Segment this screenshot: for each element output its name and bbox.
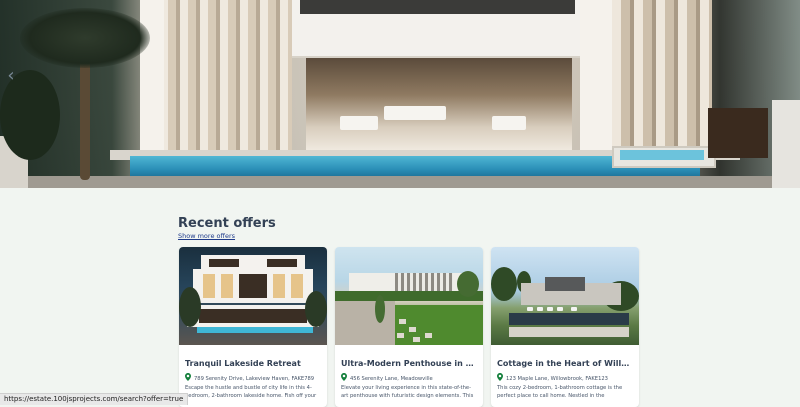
offer-address: 456 Serenity Lane, Meadowville (341, 373, 479, 382)
offer-image (335, 247, 483, 345)
hero-upper-glass (300, 0, 575, 14)
location-pin-icon (497, 373, 503, 381)
chevron-left-icon: ‹ (7, 65, 15, 86)
section-title: Recent offers (178, 216, 276, 231)
hero-tub-water (620, 150, 704, 160)
location-pin-icon (185, 373, 191, 381)
offer-image (179, 247, 327, 345)
hero-planter (708, 108, 768, 158)
offer-title[interactable]: Cottage in the Heart of Willow (497, 359, 633, 368)
offer-description: Escape the hustle and bustle of city lif… (185, 385, 317, 399)
link-status-bar: https://estate.100jsprojects.com/search?… (0, 393, 189, 405)
offer-image (491, 247, 639, 345)
offer-address-text: 789 Serenity Drive, Lakeview Haven, FAKE… (194, 376, 315, 382)
hero-wall-column (580, 0, 612, 150)
offer-address-text: 123 Maple Lane, Willowbrook, FAKE123 (506, 376, 608, 382)
hero-ground (0, 176, 800, 188)
slider-prev-button[interactable]: ‹ (3, 66, 19, 86)
show-more-offers-link[interactable]: Show more offers (178, 232, 235, 240)
hero-image-slider[interactable]: ‹ (0, 0, 800, 188)
hero-right-wall (772, 100, 800, 188)
hero-palm-leaves (20, 8, 150, 68)
offer-description: This cozy 2-bedroom, 1-bathroom cottage … (497, 385, 623, 399)
offer-title[interactable]: Tranquil Lakeside Retreat (185, 359, 321, 368)
offer-card[interactable]: Cottage in the Heart of Willow 123 Maple… (491, 247, 639, 407)
offer-card[interactable]: Tranquil Lakeside Retreat 789 Serenity D… (179, 247, 327, 407)
hero-curtain-right (612, 0, 712, 150)
offer-description: Elevate your living experience in this s… (341, 385, 474, 399)
hero-interior (306, 58, 572, 150)
offer-address: 123 Maple Lane, Willowbrook, FAKE123 (497, 373, 635, 382)
location-pin-icon (341, 373, 347, 381)
offer-title[interactable]: Ultra-Modern Penthouse in the C... (341, 359, 477, 368)
hero-wall-column (140, 0, 164, 150)
offer-address: 789 Serenity Drive, Lakeview Haven, FAKE… (185, 373, 323, 382)
hero-sofa (492, 116, 526, 130)
offer-address-text: 456 Serenity Lane, Meadowville (350, 376, 433, 382)
hero-sofa (340, 116, 378, 130)
hero-curtain-left (160, 0, 292, 150)
offer-card[interactable]: Ultra-Modern Penthouse in the C... 456 S… (335, 247, 483, 407)
hero-sofa (384, 106, 446, 120)
